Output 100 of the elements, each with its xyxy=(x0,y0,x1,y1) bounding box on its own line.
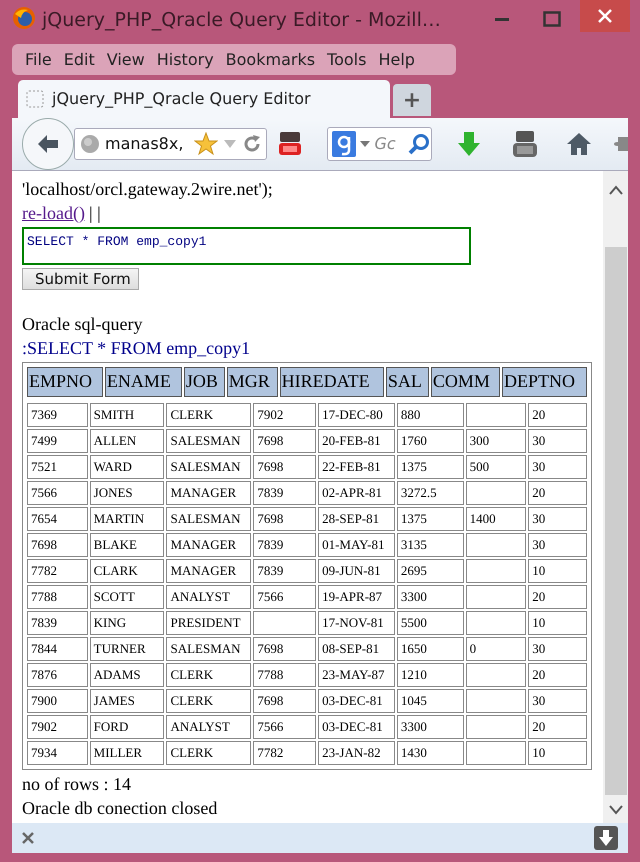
table-cell: 7566 xyxy=(27,480,88,505)
menu-item[interactable]: File xyxy=(20,48,57,72)
browser-tab[interactable]: jQuery_PHP_Qracle Query Editor xyxy=(18,80,390,118)
scroll-up-icon[interactable] xyxy=(608,185,622,195)
table-cell: 7566 xyxy=(253,584,316,609)
browser-logo-icon xyxy=(12,6,36,30)
table-cell xyxy=(466,740,526,765)
table-cell xyxy=(466,610,526,635)
result-heading: Oracle sql-query xyxy=(22,313,144,336)
window-title: jQuery_PHP_Qracle Query Editor - Mozill… xyxy=(42,8,441,33)
table-cell: 19-APR-87 xyxy=(318,584,395,609)
table-cell: ADAMS xyxy=(90,662,164,687)
table-cell: 3300 xyxy=(396,714,464,739)
separator-text: | | xyxy=(88,202,101,225)
table-cell: 23-MAY-87 xyxy=(318,662,395,687)
menu-item[interactable]: Tools xyxy=(322,48,372,72)
table-cell: JAMES xyxy=(90,688,164,713)
table-cell: FORD xyxy=(90,714,164,739)
table-cell: WARD xyxy=(90,454,164,479)
table-cell: 10 xyxy=(528,740,587,765)
column-header: JOB xyxy=(184,367,225,397)
table-cell: 20 xyxy=(528,584,587,609)
download-icon[interactable] xyxy=(594,826,618,850)
table-cell: 30 xyxy=(528,506,587,531)
close-icon xyxy=(597,8,613,24)
table-cell: 10 xyxy=(528,610,587,635)
table-cell: SALESMAN xyxy=(166,506,252,531)
reload-link[interactable]: re-load() xyxy=(22,201,85,225)
table-cell: SCOTT xyxy=(90,584,164,609)
table-cell: 3135 xyxy=(396,532,464,557)
table-cell: MANAGER xyxy=(166,558,252,583)
table-cell: 1760 xyxy=(396,428,464,453)
scrollbar-thumb[interactable] xyxy=(604,247,626,795)
close-icon[interactable] xyxy=(22,832,34,844)
menu-item[interactable]: View xyxy=(102,48,150,72)
code-text: 'localhost/orcl.gateway.2wire.net'); xyxy=(22,178,274,201)
scroll-down-icon[interactable] xyxy=(608,805,622,815)
menu-item[interactable]: Bookmarks xyxy=(220,48,320,72)
video-tv-icon[interactable] xyxy=(277,130,304,158)
table-cell: 7499 xyxy=(27,428,88,453)
home-icon[interactable] xyxy=(566,132,592,156)
table-cell: ALLEN xyxy=(90,428,164,453)
back-arrow-icon xyxy=(36,133,60,155)
table-cell: KING xyxy=(90,610,164,635)
table-cell: SALESMAN xyxy=(166,428,252,453)
table-cell: 7900 xyxy=(27,688,88,713)
table-cell: 7698 xyxy=(253,454,316,479)
star-icon xyxy=(194,132,218,156)
table-cell: 20 xyxy=(528,714,587,739)
menu-item[interactable]: Edit xyxy=(58,48,100,72)
table-cell: JONES xyxy=(90,480,164,505)
table-cell: 7698 xyxy=(253,506,316,531)
table-cell: 2695 xyxy=(396,558,464,583)
table-cell xyxy=(466,714,526,739)
globe-icon xyxy=(80,134,100,154)
table-cell: 1650 xyxy=(396,636,464,661)
status-text: Oracle db conection closed xyxy=(22,796,218,820)
table-cell: 7839 xyxy=(253,558,316,583)
column-header: SAL xyxy=(386,367,429,397)
menu-item[interactable]: Help xyxy=(373,48,420,72)
dropdown-arrow-icon xyxy=(223,139,237,149)
table-cell: 880 xyxy=(396,402,464,427)
submit-button[interactable]: Submit Form xyxy=(22,268,139,290)
table-cell: 01-MAY-81 xyxy=(318,532,395,557)
table-cell: 1045 xyxy=(396,688,464,713)
column-header: MGR xyxy=(226,367,278,397)
new-tab-button[interactable]: + xyxy=(393,84,431,116)
table-cell: 09-JUN-81 xyxy=(318,558,395,583)
column-header: HIREDATE xyxy=(280,367,384,397)
download-arrow-icon[interactable] xyxy=(456,131,482,157)
table-cell: 23-JAN-82 xyxy=(318,740,395,765)
minimize-icon xyxy=(495,18,509,20)
table-cell: 22-FEB-81 xyxy=(318,454,395,479)
close-button[interactable] xyxy=(580,0,630,32)
table-cell: 1430 xyxy=(396,740,464,765)
address-bar[interactable]: manas8x, xyxy=(74,128,268,160)
table-cell: 10 xyxy=(528,558,587,583)
table-cell: 30 xyxy=(528,428,587,453)
search-field[interactable]: Gc xyxy=(327,127,432,161)
table-cell xyxy=(466,558,526,583)
table-cell: 7566 xyxy=(253,714,316,739)
table-cell: MILLER xyxy=(90,740,164,765)
column-header: ENAME xyxy=(104,367,182,397)
table-cell xyxy=(466,662,526,687)
table-cell: 3272.5 xyxy=(396,480,464,505)
table-cell: 7698 xyxy=(253,428,316,453)
table-cell xyxy=(466,688,526,713)
scrollbar[interactable] xyxy=(603,171,628,823)
back-button[interactable] xyxy=(22,118,74,170)
table-cell: 02-APR-81 xyxy=(318,480,395,505)
menu-item[interactable]: History xyxy=(152,48,219,72)
query-text: :SELECT * FROM emp_copy1 xyxy=(22,337,252,360)
table-cell: 17-DEC-80 xyxy=(318,402,395,427)
table-cell: 300 xyxy=(466,428,526,453)
table-cell: 5500 xyxy=(396,610,464,635)
table-cell: 7782 xyxy=(27,558,88,583)
table-cell: 7521 xyxy=(27,454,88,479)
query-field[interactable]: SELECT * FROM emp_copy1 xyxy=(22,227,471,265)
video-tv-icon[interactable] xyxy=(510,129,540,159)
table-cell: 03-DEC-81 xyxy=(318,714,395,739)
